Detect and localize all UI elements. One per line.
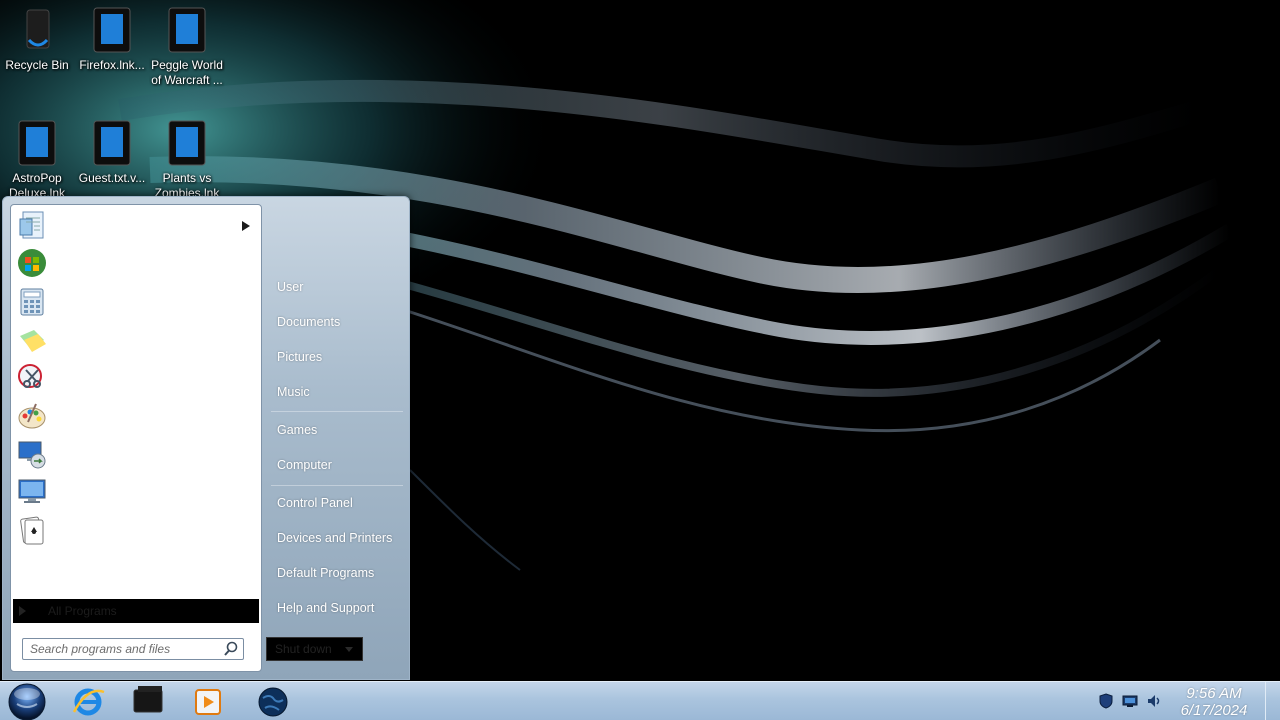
- program-item-paint[interactable]: [14, 398, 258, 434]
- getting-started-icon: [18, 249, 46, 277]
- system-clock[interactable]: 9:56 AM 6/17/2024: [1174, 685, 1254, 719]
- start-link-label: Default Programs: [277, 566, 375, 580]
- start-link-computer[interactable]: Computer: [266, 450, 406, 480]
- media-player-icon[interactable]: [188, 684, 228, 719]
- all-programs-button[interactable]: All Programs: [13, 599, 259, 623]
- globe-icon[interactable]: [253, 684, 293, 719]
- start-link-control-panel[interactable]: Control Panel: [266, 488, 406, 518]
- program-item-notepad[interactable]: [14, 207, 258, 243]
- show-desktop-button[interactable]: [1265, 682, 1280, 720]
- snipping-tool-icon: [18, 364, 42, 388]
- menu-separator: [271, 485, 403, 486]
- shortcut-file-icon: [168, 120, 206, 166]
- shutdown-options-arrow-icon[interactable]: [345, 646, 353, 652]
- start-link-games[interactable]: Games: [266, 415, 406, 445]
- start-link-label: User: [277, 280, 304, 294]
- sticky-notes-icon: [20, 330, 46, 352]
- media-center-icon[interactable]: [129, 684, 169, 719]
- start-link-label: Pictures: [277, 350, 323, 364]
- start-link-documents[interactable]: Documents: [266, 307, 406, 337]
- network-icon[interactable]: [1121, 692, 1139, 710]
- program-item-windows-display[interactable]: [14, 474, 258, 510]
- desktop-icon-peggle[interactable]: Peggle World of Warcraft ...: [149, 6, 225, 88]
- start-link-label: Documents: [277, 315, 341, 329]
- shortcut-file-icon: [93, 7, 131, 53]
- action-center-icon[interactable]: [1097, 692, 1115, 710]
- desktop-icon-recycle-bin[interactable]: Recycle Bin: [0, 6, 75, 73]
- start-orb-icon[interactable]: [5, 682, 49, 720]
- shutdown-label: Shut down: [275, 642, 332, 656]
- all-programs-label: All Programs: [48, 604, 117, 618]
- start-link-pictures[interactable]: Pictures: [266, 342, 406, 372]
- calculator-icon: [20, 288, 44, 316]
- clock-time: 9:56 AM: [1186, 685, 1242, 702]
- start-link-default-programs[interactable]: Default Programs: [266, 558, 406, 588]
- start-link-label: Music: [277, 385, 310, 399]
- start-link-help-support[interactable]: Help and Support: [266, 593, 406, 623]
- search-icon[interactable]: [222, 640, 240, 658]
- desktop-icon-firefox[interactable]: Firefox.lnk...: [74, 6, 150, 73]
- start-menu-programs-pane: All Programs: [10, 204, 262, 672]
- desktop-icon-guest-txt[interactable]: Guest.txt.v...: [74, 119, 150, 186]
- start-search-box[interactable]: [22, 638, 244, 660]
- program-item-snipping-tool[interactable]: [14, 360, 258, 396]
- solitaire-icon: [20, 516, 44, 545]
- notepad-icon: [19, 211, 44, 239]
- start-link-label: Computer: [277, 458, 332, 472]
- shortcut-file-icon: [18, 120, 56, 166]
- program-item-getting-started[interactable]: [14, 245, 258, 281]
- shortcut-file-icon: [93, 120, 131, 166]
- volume-icon[interactable]: [1145, 692, 1163, 710]
- start-link-user[interactable]: User: [266, 272, 406, 302]
- program-item-calculator[interactable]: [14, 284, 258, 320]
- paint-icon: [18, 403, 46, 429]
- desktop-icon-astropop[interactable]: AstroPop Deluxe.lnk: [0, 119, 75, 201]
- start-link-devices-printers[interactable]: Devices and Printers: [266, 523, 406, 553]
- menu-separator: [271, 411, 403, 412]
- start-link-label: Devices and Printers: [277, 531, 393, 545]
- start-link-label: Help and Support: [277, 601, 375, 615]
- all-programs-arrow-icon: [19, 606, 26, 616]
- start-menu: All Programs User Documents Pictures Mus…: [2, 196, 410, 680]
- remote-desktop-icon: [18, 441, 46, 469]
- recycle-bin-icon: [26, 9, 50, 49]
- search-input[interactable]: [23, 640, 222, 658]
- submenu-arrow-icon[interactable]: [242, 221, 250, 231]
- start-link-music[interactable]: Music: [266, 377, 406, 407]
- program-item-sticky-notes[interactable]: [14, 322, 258, 358]
- program-item-solitaire[interactable]: [14, 513, 258, 549]
- program-item-remote-desktop[interactable]: [14, 436, 258, 472]
- start-link-label: Control Panel: [277, 496, 353, 510]
- internet-explorer-icon[interactable]: [68, 684, 108, 719]
- clock-date: 6/17/2024: [1180, 702, 1248, 719]
- taskbar: 9:56 AM 6/17/2024: [0, 681, 1280, 720]
- shortcut-file-icon: [168, 7, 206, 53]
- windows-display-icon: [18, 479, 46, 503]
- desktop-icon-plants-vs-zombies[interactable]: Plants vs Zombies.lnk: [149, 119, 225, 201]
- shutdown-button[interactable]: Shut down: [266, 637, 363, 661]
- start-link-label: Games: [277, 423, 318, 437]
